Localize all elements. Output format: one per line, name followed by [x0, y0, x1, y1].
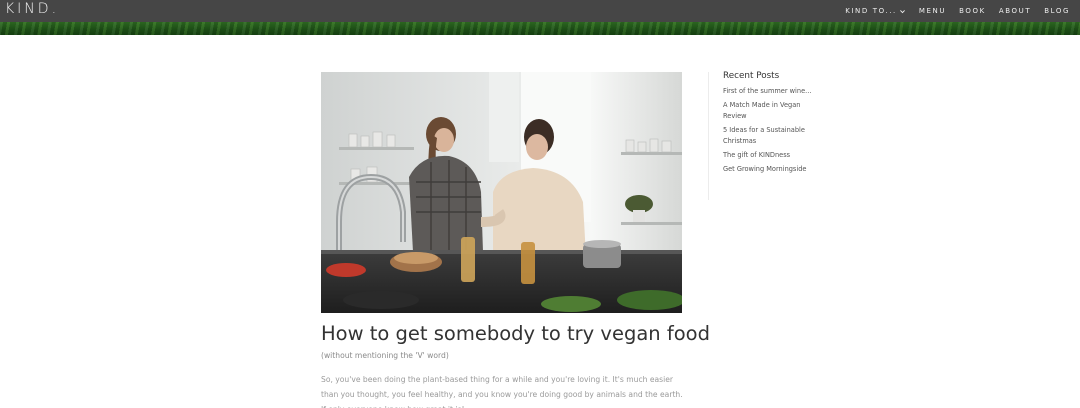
recent-post-link[interactable]: Get Growing Morningside: [723, 164, 823, 175]
recent-posts-list: First of the summer wine... A Match Made…: [723, 86, 823, 175]
post-subtitle: (without mentioning the 'V' word): [321, 351, 449, 360]
recent-post-link[interactable]: First of the summer wine...: [723, 86, 823, 97]
site-header: KIND. KIND TO... MENU BOOK ABOUT BLOG: [0, 0, 1080, 22]
recent-post-link[interactable]: 5 Ideas for a Sustainable Christmas: [723, 125, 823, 147]
recent-post-link[interactable]: A Match Made in Vegan Review: [723, 100, 823, 122]
nav-item-menu[interactable]: MENU: [919, 7, 946, 15]
post-title[interactable]: How to get somebody to try vegan food: [321, 322, 741, 345]
site-logo[interactable]: KIND.: [5, 1, 59, 17]
nav-item-kind-to[interactable]: KIND TO...: [845, 7, 906, 15]
kitchen-photo: [321, 72, 682, 313]
sidebar-divider: [708, 72, 709, 200]
post-excerpt: So, you've been doing the plant-based th…: [321, 375, 683, 408]
nav-item-blog[interactable]: BLOG: [1044, 7, 1070, 15]
nav-item-label: KIND TO...: [845, 7, 897, 15]
recent-posts-heading: Recent Posts: [723, 71, 780, 81]
main-nav: KIND TO... MENU BOOK ABOUT BLOG: [832, 0, 1070, 22]
chevron-down-icon: [899, 9, 905, 13]
nav-item-book[interactable]: BOOK: [959, 7, 986, 15]
recent-post-link[interactable]: The gift of KINDness: [723, 150, 823, 161]
nav-item-about[interactable]: ABOUT: [999, 7, 1031, 15]
recent-posts-widget: Recent Posts First of the summer wine...…: [723, 71, 823, 178]
post-featured-image[interactable]: [321, 72, 682, 313]
foliage-banner: [0, 22, 1080, 35]
